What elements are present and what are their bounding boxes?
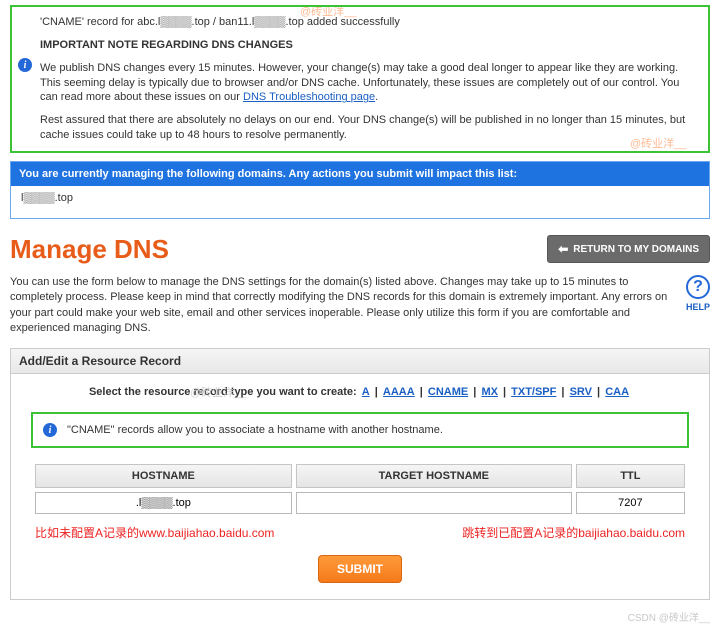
arrow-left-icon: ⬅ <box>558 242 568 256</box>
domain-item: l▒▒▒▒.top <box>21 192 73 204</box>
footer-watermark: CSDN @砖业洋__ <box>0 605 720 628</box>
table-row <box>35 488 685 518</box>
domain-list: l▒▒▒▒.top <box>11 186 709 218</box>
ttl-input[interactable] <box>576 492 685 514</box>
page-title: Manage DNS <box>10 234 169 265</box>
submit-button[interactable]: SUBMIT <box>318 555 402 583</box>
managed-domains-box: You are currently managing the following… <box>10 161 710 219</box>
annotation-row: 比如未配置A记录的www.baijiahao.baidu.com 跳转到已配置A… <box>31 524 689 541</box>
type-cname-link[interactable]: CNAME <box>428 386 468 398</box>
type-a-link[interactable]: A <box>362 386 370 398</box>
info-icon: i <box>43 423 57 437</box>
info-icon: i <box>18 58 32 72</box>
intro-text: You can use the form below to manage the… <box>10 275 710 337</box>
notice-paragraph-1: We publish DNS changes every 15 minutes.… <box>40 61 698 106</box>
domains-header: You are currently managing the following… <box>11 162 709 186</box>
hint-text: "CNAME" records allow you to associate a… <box>67 424 443 436</box>
type-mx-link[interactable]: MX <box>481 386 498 398</box>
notice-heading: IMPORTANT NOTE REGARDING DNS CHANGES <box>40 38 698 53</box>
success-notice-box: i 'CNAME' record for abc.l▒▒▒▒.top / ban… <box>10 5 710 153</box>
return-to-domains-button[interactable]: ⬅ RETURN TO MY DOMAINS <box>547 235 710 263</box>
target-hostname-input[interactable] <box>296 492 572 514</box>
red-note-right: 跳转到已配置A记录的baijiahao.baidu.com <box>462 524 685 541</box>
help-link[interactable]: ? HELP <box>686 275 710 314</box>
type-srv-link[interactable]: SRV <box>570 386 592 398</box>
success-message: 'CNAME' record for abc.l▒▒▒▒.top / ban11… <box>40 15 698 30</box>
type-txt-link[interactable]: TXT/SPF <box>511 386 556 398</box>
col-hostname: HOSTNAME <box>35 464 292 488</box>
help-icon: ? <box>686 275 710 299</box>
col-target: TARGET HOSTNAME <box>296 464 572 488</box>
section-header: Add/Edit a Resource Record <box>10 348 710 374</box>
notice-paragraph-2: Rest assured that there are absolutely n… <box>40 113 698 143</box>
record-type-selector: Select the resource record type you want… <box>31 386 689 398</box>
type-caa-link[interactable]: CAA <box>605 386 629 398</box>
red-note-left: 比如未配置A记录的www.baijiahao.baidu.com <box>35 524 274 541</box>
record-table: HOSTNAME TARGET HOSTNAME TTL <box>31 464 689 518</box>
type-aaaa-link[interactable]: AAAA <box>383 386 415 398</box>
col-ttl: TTL <box>576 464 685 488</box>
record-hint-box: i "CNAME" records allow you to associate… <box>31 412 689 448</box>
dns-troubleshooting-link[interactable]: DNS Troubleshooting page <box>243 91 375 103</box>
hostname-input[interactable] <box>35 492 292 514</box>
record-form: Select the resource record type you want… <box>10 374 710 600</box>
